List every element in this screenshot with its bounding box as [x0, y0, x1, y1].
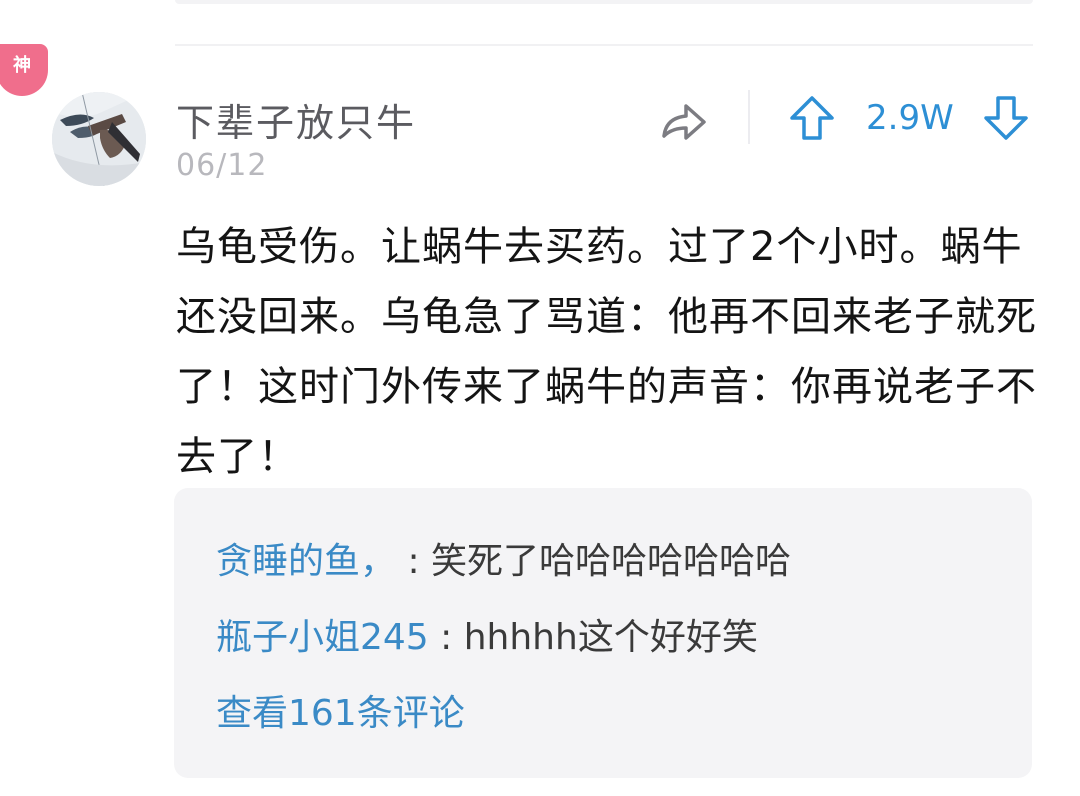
comment-item: 贪睡的鱼， : 笑死了哈哈哈哈哈哈哈: [216, 532, 791, 584]
share-icon[interactable]: [656, 96, 710, 144]
post-date: 06/12: [176, 148, 268, 183]
arrow-down-icon[interactable]: [982, 94, 1030, 142]
comment-item: 瓶子小姐245 : hhhhh这个好好笑: [216, 608, 758, 660]
post-content: 乌龟受伤。让蜗牛去买药。过了2个小时。蜗牛还没回来。乌龟急了骂道：他再不回来老子…: [176, 224, 1037, 480]
comment-preview[interactable]: 贪睡的鱼， : 笑死了哈哈哈哈哈哈哈 瓶子小姐245 : hhhhh这个好好笑 …: [174, 488, 1032, 778]
action-separator: [748, 90, 750, 144]
comment-separator: :: [428, 617, 464, 658]
comment-text: 笑死了哈哈哈哈哈哈哈: [431, 541, 792, 582]
comment-author[interactable]: 贪睡的鱼，: [216, 541, 396, 582]
previous-card-edge: [175, 0, 1033, 4]
post-card: 神 下辈子放只牛 06/12 2.9W 乌龟受伤。让蜗牛去买药。过了2个小时。蜗…: [0, 0, 1080, 796]
divider: [175, 44, 1033, 46]
comment-text: hhhhh这个好好笑: [463, 617, 758, 658]
comment-author[interactable]: 瓶子小姐245: [216, 617, 429, 658]
arrow-up-icon[interactable]: [788, 94, 836, 142]
vote-count: 2.9W: [866, 98, 954, 138]
comment-separator: :: [396, 541, 432, 582]
god-comment-badge: 神: [0, 44, 48, 96]
avatar[interactable]: [52, 92, 146, 186]
avatar-image: [52, 92, 146, 186]
view-all-comments-link[interactable]: 查看161条评论: [216, 684, 465, 736]
username[interactable]: 下辈子放只牛: [176, 92, 416, 147]
